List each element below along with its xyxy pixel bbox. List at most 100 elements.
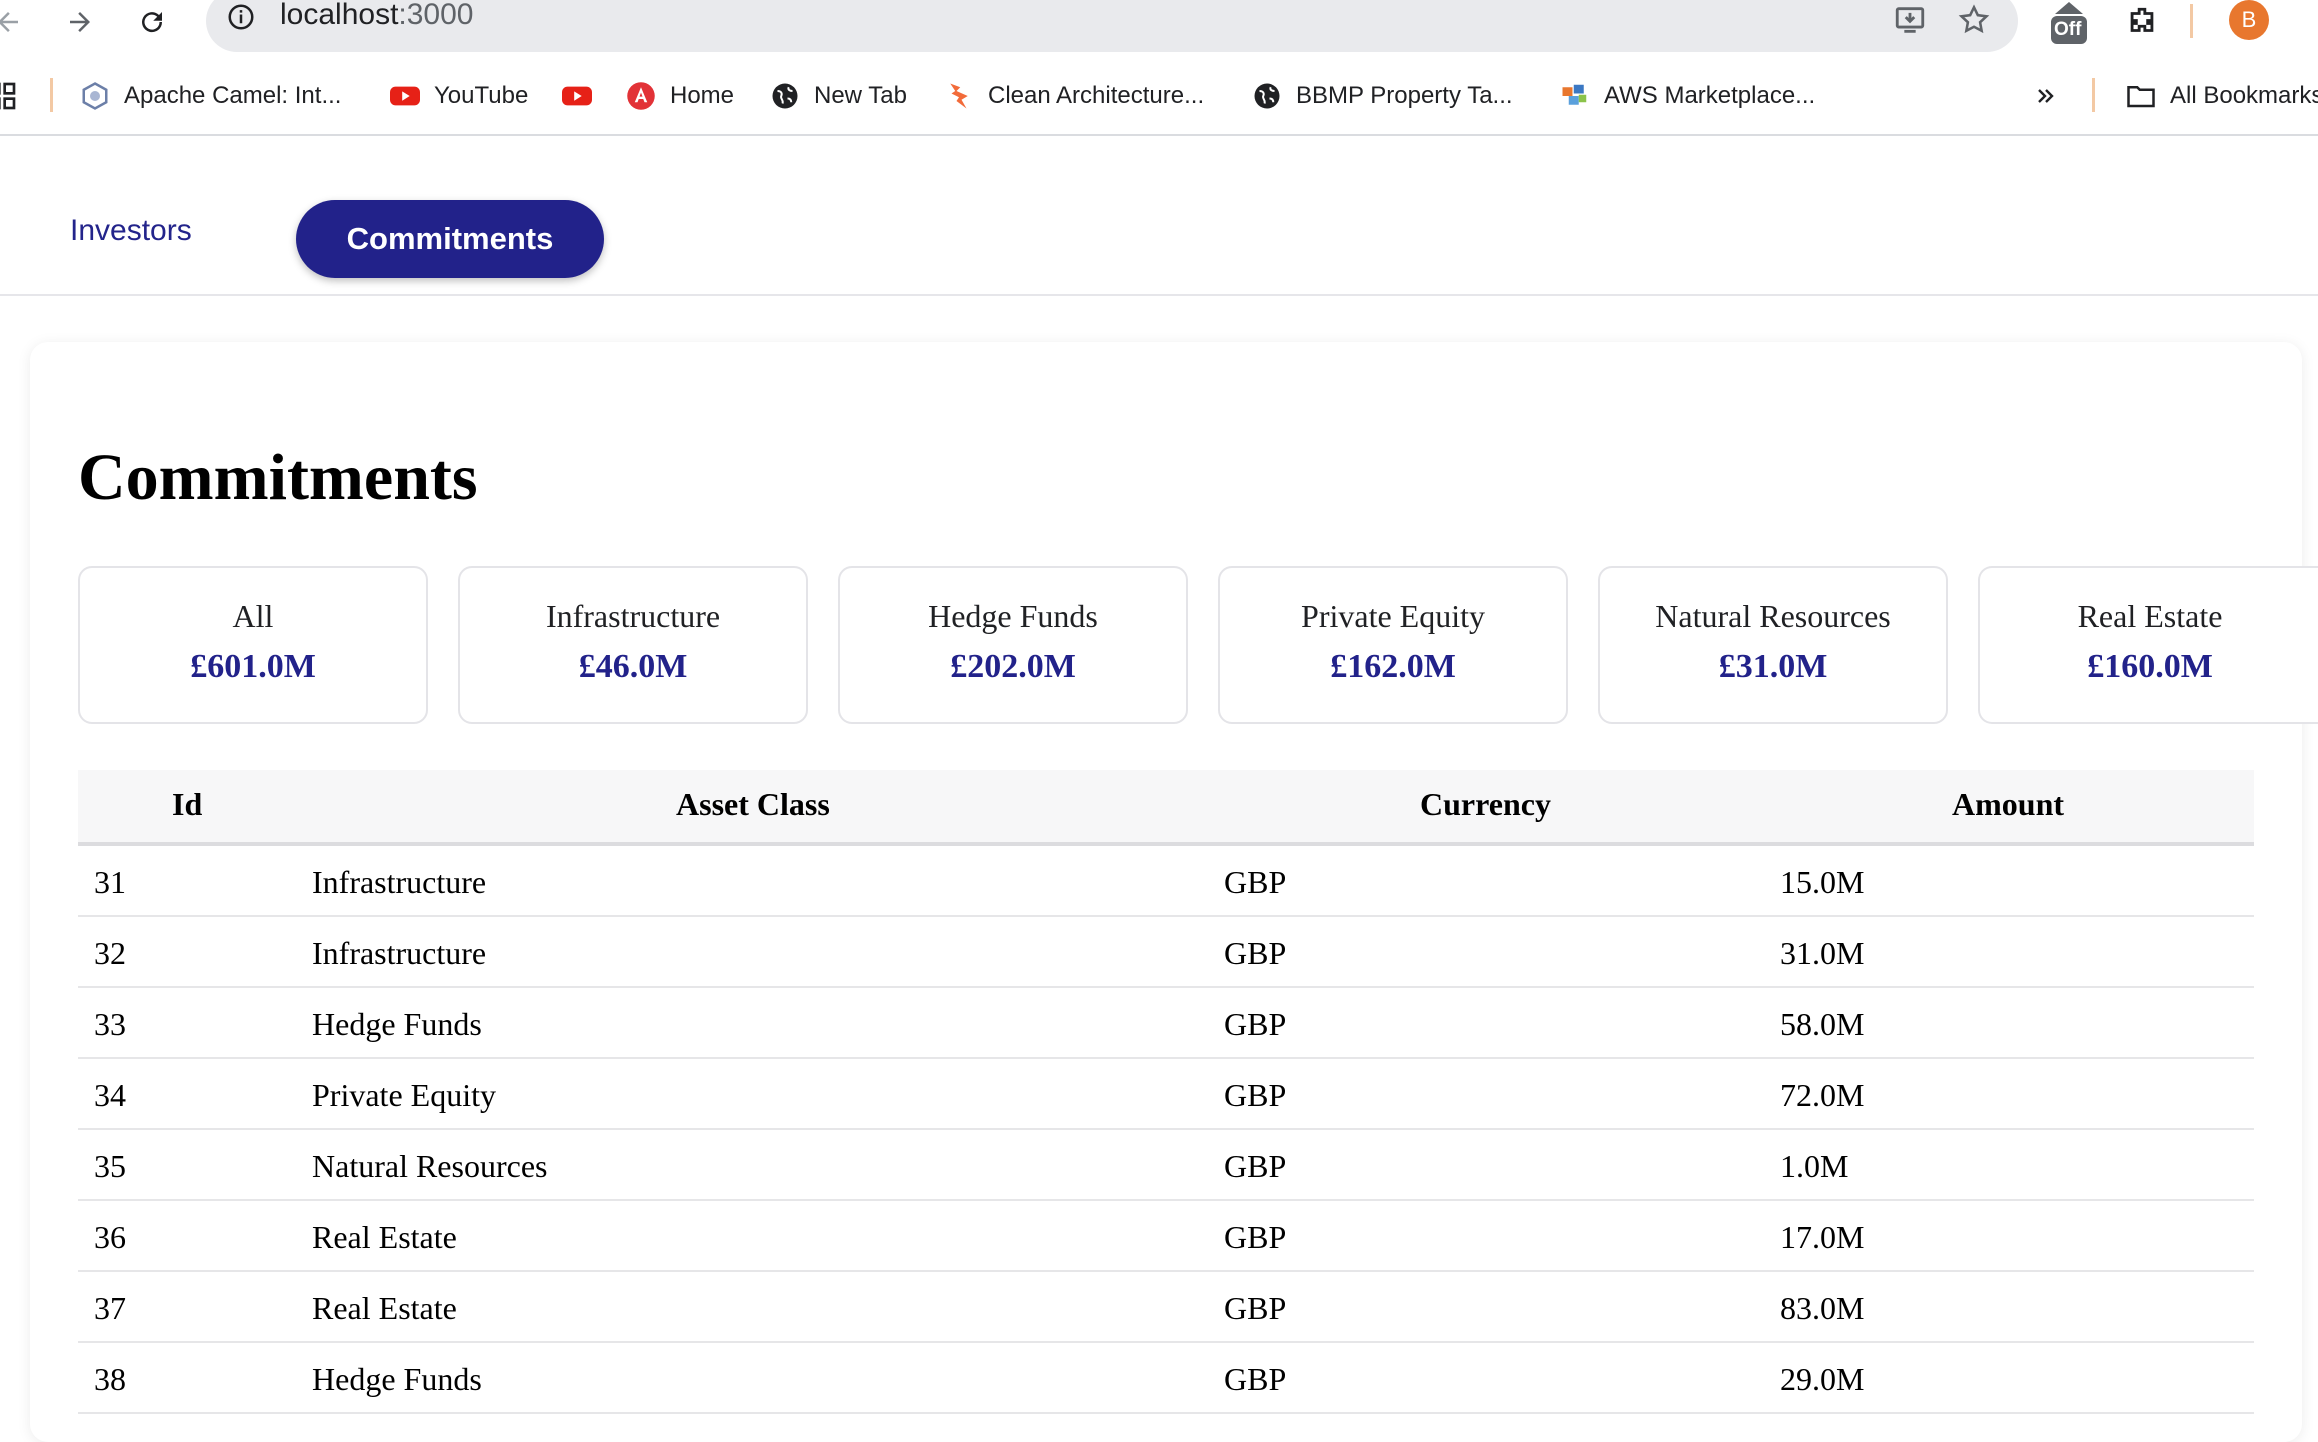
app-nav-tabs: Investors Commitments (0, 134, 2318, 296)
toolbar-divider (2190, 4, 2193, 38)
bookmark-aws-marketplace[interactable]: AWS Marketplace... (1560, 76, 1815, 116)
bookmark-orange-icon (944, 81, 974, 111)
aws-icon (1560, 81, 1590, 111)
bookmarks-bar: Apache Camel: Int... YouTube Home New Ta… (0, 56, 2318, 136)
filter-value: £601.0M (190, 648, 316, 685)
column-header-asset-class[interactable]: Asset Class (676, 786, 830, 823)
cell-asset-class: Infrastructure (312, 935, 487, 971)
page-title: Commitments (78, 441, 478, 514)
cell-asset-class: Infrastructure (312, 864, 487, 900)
cell-asset-class: Hedge Funds (312, 1006, 482, 1042)
bookmark-star-icon[interactable] (1952, 2, 1996, 38)
extension-off-icon[interactable]: Off (2046, 0, 2092, 48)
bookmark-label: New Tab (814, 82, 907, 109)
url-text[interactable]: localhost:3000 (280, 0, 473, 32)
browser-toolbar: localhost:3000 Off B (0, 0, 2318, 56)
bookmark-bbmp[interactable]: BBMP Property Ta... (1252, 76, 1513, 116)
bookmark-youtube-2[interactable] (562, 76, 606, 116)
cell-asset-class: Real Estate (312, 1290, 457, 1326)
filter-value: £202.0M (950, 648, 1076, 685)
bookmark-label: All Bookmarks (2170, 82, 2318, 109)
cell-amount: 83.0M (1780, 1290, 1865, 1326)
table-header: Id Asset Class Currency Amount (78, 770, 2254, 846)
cell-asset-class: Hedge Funds (312, 1361, 482, 1397)
globe-icon (770, 81, 800, 111)
table-row[interactable]: 36 Real Estate GBP 17.0M (78, 1201, 2254, 1272)
cell-amount: 31.0M (1780, 935, 1865, 971)
cell-id: 35 (94, 1148, 126, 1184)
filter-label: Private Equity (1301, 598, 1485, 634)
tab-commitments[interactable]: Commitments (296, 200, 604, 278)
table-row[interactable]: 38 Hedge Funds GBP 29.0M (78, 1343, 2254, 1414)
cell-currency: GBP (1224, 1006, 1287, 1042)
cell-id: 36 (94, 1219, 126, 1255)
profile-avatar[interactable]: B (2229, 0, 2269, 40)
camel-icon (80, 81, 110, 111)
cell-id: 33 (94, 1006, 126, 1042)
reload-icon[interactable] (130, 0, 174, 44)
cell-id: 34 (94, 1077, 126, 1113)
cell-amount: 58.0M (1780, 1006, 1865, 1042)
column-header-amount[interactable]: Amount (1952, 786, 2064, 823)
cell-amount: 72.0M (1780, 1077, 1865, 1113)
cell-currency: GBP (1224, 1361, 1287, 1397)
bookmark-youtube[interactable]: YouTube (390, 76, 528, 116)
table-row[interactable]: 37 Real Estate GBP 83.0M (78, 1272, 2254, 1343)
cell-asset-class: Private Equity (312, 1077, 496, 1113)
bookmark-apache-camel[interactable]: Apache Camel: Int... (80, 76, 341, 116)
column-header-currency[interactable]: Currency (1420, 786, 1551, 823)
bookmark-label: AWS Marketplace... (1604, 82, 1816, 109)
cell-currency: GBP (1224, 1077, 1287, 1113)
filter-value: £31.0M (1718, 648, 1828, 685)
cell-id: 38 (94, 1361, 126, 1397)
filter-card-private-equity[interactable]: Private Equity £162.0M (1218, 566, 1568, 724)
column-header-id[interactable]: Id (172, 786, 202, 823)
cell-amount: 29.0M (1780, 1361, 1865, 1397)
install-app-icon[interactable] (1888, 2, 1932, 38)
filter-card-natural-resources[interactable]: Natural Resources £31.0M (1598, 566, 1948, 724)
table-row[interactable]: 31 Infrastructure GBP 15.0M (78, 846, 2254, 917)
filter-card-all[interactable]: All £601.0M (78, 566, 428, 724)
bookmark-home[interactable]: Home (626, 76, 734, 116)
filter-value: £160.0M (2087, 648, 2213, 685)
globe-icon (1252, 81, 1282, 111)
bookmark-new-tab[interactable]: New Tab (770, 76, 907, 116)
filter-label: All (232, 598, 274, 634)
bookmark-clean-architecture[interactable]: Clean Architecture... (944, 76, 1204, 116)
cell-id: 31 (94, 864, 126, 900)
filter-card-infrastructure[interactable]: Infrastructure £46.0M (458, 566, 808, 724)
cell-amount: 1.0M (1780, 1148, 1849, 1184)
cell-currency: GBP (1224, 935, 1287, 971)
site-info-icon[interactable] (226, 2, 256, 32)
table-row[interactable]: 35 Natural Resources GBP 1.0M (78, 1130, 2254, 1201)
bookmark-label: Apache Camel: Int... (124, 82, 342, 109)
table-row[interactable]: 33 Hedge Funds GBP 58.0M (78, 988, 2254, 1059)
all-bookmarks-folder[interactable]: All Bookmarks (2126, 76, 2318, 116)
youtube-icon (562, 81, 592, 111)
tab-investors[interactable]: Investors (70, 214, 192, 248)
filter-value: £162.0M (1330, 648, 1456, 685)
bookmark-label: Home (670, 82, 735, 109)
tab-commitments-label: Commitments (346, 221, 554, 256)
bookmark-label: BBMP Property Ta... (1296, 82, 1513, 109)
apps-grid-icon[interactable] (0, 76, 18, 116)
forward-icon[interactable] (58, 0, 102, 44)
cell-currency: GBP (1224, 1290, 1287, 1326)
bookmark-label: Clean Architecture... (988, 82, 1205, 109)
cell-amount: 15.0M (1780, 864, 1865, 900)
cell-currency: GBP (1224, 864, 1287, 900)
address-bar[interactable]: localhost:3000 (206, 0, 2018, 52)
cell-asset-class: Natural Resources (312, 1148, 548, 1184)
folder-icon (2126, 81, 2156, 111)
bookmarks-divider (50, 78, 53, 112)
filter-card-hedge-funds[interactable]: Hedge Funds £202.0M (838, 566, 1188, 724)
cell-id: 37 (94, 1290, 126, 1326)
table-row[interactable]: 34 Private Equity GBP 72.0M (78, 1059, 2254, 1130)
table-row[interactable]: 32 Infrastructure GBP 31.0M (78, 917, 2254, 988)
more-bookmarks-icon[interactable] (2034, 76, 2058, 116)
cell-asset-class: Real Estate (312, 1219, 457, 1255)
cell-currency: GBP (1224, 1219, 1287, 1255)
filter-card-real-estate[interactable]: Real Estate £160.0M (1978, 566, 2318, 724)
back-icon[interactable] (0, 0, 30, 44)
extensions-puzzle-icon[interactable] (2120, 0, 2164, 44)
